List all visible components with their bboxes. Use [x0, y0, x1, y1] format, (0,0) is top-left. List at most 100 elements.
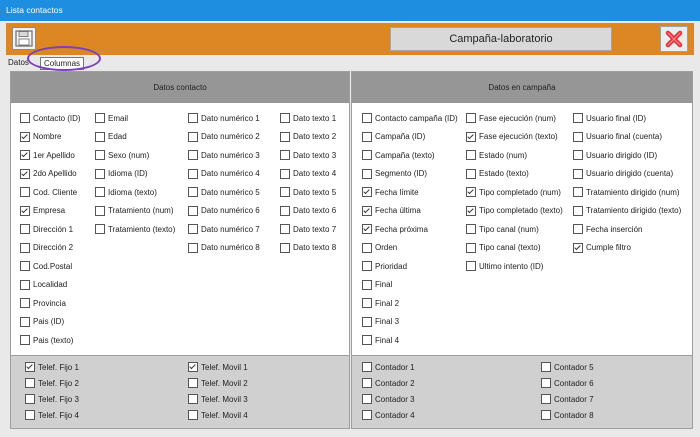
close-button[interactable] — [660, 26, 688, 52]
checkbox-unchecked-icon[interactable] — [362, 242, 372, 253]
checkbox-unchecked-icon[interactable] — [541, 410, 551, 420]
checkbox-tipo-completado-texto[interactable]: Tipo completado (texto) — [466, 205, 563, 217]
checkbox-unchecked-icon[interactable] — [573, 187, 583, 197]
checkbox-unchecked-icon[interactable] — [280, 150, 290, 160]
checkbox-unchecked-icon[interactable] — [466, 113, 476, 123]
checkbox-unchecked-icon[interactable] — [573, 205, 583, 216]
checkbox-dato-num-rico-6[interactable]: Dato numérico 6 — [188, 205, 260, 217]
checkbox-segmento-id[interactable]: Segmento (ID) — [362, 168, 427, 180]
checkbox-unchecked-icon[interactable] — [188, 150, 198, 160]
checkbox-unchecked-icon[interactable] — [188, 113, 198, 123]
checkbox-contacto-id[interactable]: Contacto (ID) — [20, 112, 81, 124]
checkbox-dato-num-rico-8[interactable]: Dato numérico 8 — [188, 242, 260, 254]
checkbox-contador-8[interactable]: Contador 8 — [541, 409, 594, 421]
checkbox-final[interactable]: Final — [362, 279, 392, 291]
checkbox-unchecked-icon[interactable] — [25, 394, 35, 404]
checkbox-unchecked-icon[interactable] — [280, 224, 290, 234]
checkbox-tipo-canal-num[interactable]: Tipo canal (num) — [466, 223, 539, 235]
checkbox-pais-texto[interactable]: Pais (texto) — [20, 334, 73, 346]
checkbox-contador-1[interactable]: Contador 1 — [362, 361, 415, 373]
tab-datos[interactable]: Datos — [8, 56, 29, 70]
checkbox-unchecked-icon[interactable] — [362, 113, 372, 123]
checkbox-dato-texto-8[interactable]: Dato texto 8 — [280, 242, 336, 254]
checkbox-estado-num[interactable]: Estado (num) — [466, 149, 527, 161]
checkbox-unchecked-icon[interactable] — [362, 410, 372, 420]
checkbox-orden[interactable]: Orden — [362, 242, 397, 254]
checkbox-prioridad[interactable]: Prioridad — [362, 260, 407, 272]
checkbox-ultimo-intento-id[interactable]: Ultimo intento (ID) — [466, 260, 543, 272]
checkbox-email[interactable]: Email — [95, 112, 128, 124]
checkbox-dato-num-rico-1[interactable]: Dato numérico 1 — [188, 112, 260, 124]
checkbox-telef-fijo-3[interactable]: Telef. Fijo 3 — [25, 393, 79, 405]
checkbox-telef-fijo-4[interactable]: Telef. Fijo 4 — [25, 409, 79, 421]
checkbox-checked-icon[interactable] — [362, 187, 372, 197]
checkbox-unchecked-icon[interactable] — [466, 168, 476, 179]
checkbox-checked-icon[interactable] — [573, 242, 583, 253]
checkbox-contador-3[interactable]: Contador 3 — [362, 393, 415, 405]
checkbox-usuario-dirigido-id[interactable]: Usuario dirigido (ID) — [573, 149, 657, 161]
checkbox-unchecked-icon[interactable] — [188, 410, 198, 420]
checkbox-tratamiento-dirigido-num[interactable]: Tratamiento dirigido (num) — [573, 186, 680, 198]
checkbox-estado-texto[interactable]: Estado (texto) — [466, 168, 529, 180]
checkbox-usuario-final-cuenta[interactable]: Usuario final (cuenta) — [573, 131, 662, 143]
checkbox-unchecked-icon[interactable] — [20, 187, 30, 197]
checkbox-dato-texto-1[interactable]: Dato texto 1 — [280, 112, 336, 124]
checkbox-telef-fijo-1[interactable]: Telef. Fijo 1 — [25, 361, 79, 373]
checkbox-unchecked-icon[interactable] — [466, 261, 476, 271]
checkbox-nombre[interactable]: Nombre — [20, 131, 61, 143]
checkbox-unchecked-icon[interactable] — [362, 150, 372, 160]
checkbox-edad[interactable]: Edad — [95, 131, 127, 143]
checkbox-dato-texto-3[interactable]: Dato texto 3 — [280, 149, 336, 161]
checkbox-cod-cliente[interactable]: Cod. Cliente — [20, 186, 77, 198]
checkbox-dato-num-rico-2[interactable]: Dato numérico 2 — [188, 131, 260, 143]
checkbox-unchecked-icon[interactable] — [95, 224, 105, 234]
checkbox-contador-4[interactable]: Contador 4 — [362, 409, 415, 421]
checkbox-checked-icon[interactable] — [20, 131, 30, 142]
checkbox-dato-num-rico-3[interactable]: Dato numérico 3 — [188, 149, 260, 161]
checkbox-1er-apellido[interactable]: 1er Apellido — [20, 149, 75, 161]
checkbox-telef-movil-1[interactable]: Telef. Movil 1 — [188, 361, 248, 373]
checkbox-unchecked-icon[interactable] — [20, 242, 30, 253]
checkbox-tratamiento-texto[interactable]: Tratamiento (texto) — [95, 223, 175, 235]
checkbox-contador-7[interactable]: Contador 7 — [541, 393, 594, 405]
checkbox-unchecked-icon[interactable] — [95, 150, 105, 160]
checkbox-unchecked-icon[interactable] — [280, 242, 290, 253]
checkbox-unchecked-icon[interactable] — [188, 378, 198, 388]
checkbox-fecha-l-mite[interactable]: Fecha límite — [362, 186, 419, 198]
checkbox-fecha-pr-xima[interactable]: Fecha próxima — [362, 223, 428, 235]
checkbox-unchecked-icon[interactable] — [280, 187, 290, 197]
checkbox-final-2[interactable]: Final 2 — [362, 297, 399, 309]
checkbox-provincia[interactable]: Provincia — [20, 297, 66, 309]
checkbox-unchecked-icon[interactable] — [362, 362, 372, 372]
checkbox-checked-icon[interactable] — [20, 150, 30, 160]
checkbox-tratamiento-num[interactable]: Tratamiento (num) — [95, 205, 174, 217]
checkbox-usuario-dirigido-cuenta[interactable]: Usuario dirigido (cuenta) — [573, 168, 673, 180]
checkbox-contador-6[interactable]: Contador 6 — [541, 377, 594, 389]
checkbox-unchecked-icon[interactable] — [188, 168, 198, 179]
checkbox-empresa[interactable]: Empresa — [20, 205, 65, 217]
checkbox-unchecked-icon[interactable] — [280, 205, 290, 216]
checkbox-contador-2[interactable]: Contador 2 — [362, 377, 415, 389]
checkbox-unchecked-icon[interactable] — [280, 113, 290, 123]
checkbox-checked-icon[interactable] — [20, 168, 30, 179]
checkbox-unchecked-icon[interactable] — [25, 410, 35, 420]
checkbox-unchecked-icon[interactable] — [95, 205, 105, 216]
checkbox-campa-a-texto[interactable]: Campaña (texto) — [362, 149, 435, 161]
checkbox-unchecked-icon[interactable] — [466, 150, 476, 160]
checkbox-dato-num-rico-4[interactable]: Dato numérico 4 — [188, 168, 260, 180]
checkbox-unchecked-icon[interactable] — [362, 261, 372, 271]
checkbox-telef-movil-4[interactable]: Telef. Movil 4 — [188, 409, 248, 421]
checkbox-unchecked-icon[interactable] — [188, 187, 198, 197]
checkbox-checked-icon[interactable] — [466, 131, 476, 142]
checkbox-idioma-texto[interactable]: Idioma (texto) — [95, 186, 157, 198]
checkbox-dato-num-rico-7[interactable]: Dato numérico 7 — [188, 223, 260, 235]
checkbox-campa-a-id[interactable]: Campaña (ID) — [362, 131, 425, 143]
checkbox-unchecked-icon[interactable] — [20, 113, 30, 123]
checkbox-unchecked-icon[interactable] — [188, 131, 198, 142]
checkbox-fecha-inserci-n[interactable]: Fecha inserción — [573, 223, 642, 235]
checkbox-unchecked-icon[interactable] — [20, 224, 30, 234]
checkbox-unchecked-icon[interactable] — [95, 113, 105, 123]
checkbox-checked-icon[interactable] — [362, 205, 372, 216]
checkbox-fase-ejecuci-n-texto[interactable]: Fase ejecución (texto) — [466, 131, 558, 143]
checkbox-unchecked-icon[interactable] — [188, 224, 198, 234]
